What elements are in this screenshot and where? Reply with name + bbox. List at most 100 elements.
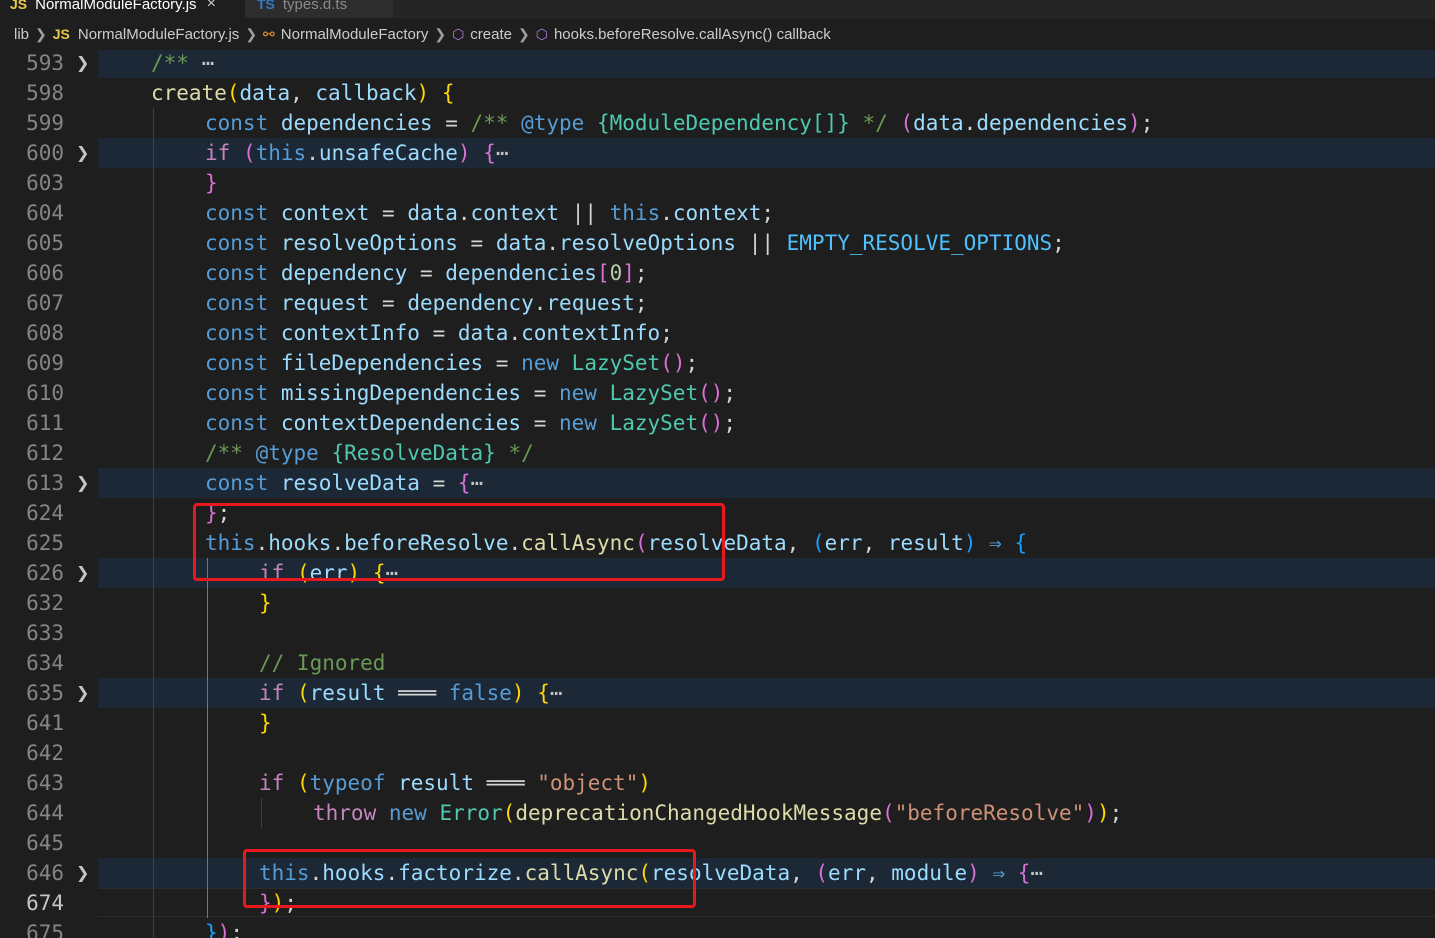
- indent-guide: [153, 348, 154, 378]
- fold-ellipsis-icon[interactable]: ⋯: [550, 681, 563, 705]
- line-number: 626: [26, 561, 64, 585]
- code-line[interactable]: 641}: [0, 708, 1435, 738]
- code-token-keyword: this: [255, 141, 307, 165]
- indent-guide: [153, 438, 154, 468]
- code-token-bracket2: {: [1017, 861, 1031, 885]
- code-token-variable: dependency: [407, 291, 534, 315]
- breadcrumb-item-lib[interactable]: lib: [14, 26, 29, 43]
- code-token-text: =: [483, 351, 522, 375]
- line-number: 644: [26, 801, 64, 825]
- code-line[interactable]: 612 /** @type {ResolveData} */: [0, 438, 1435, 468]
- code-token-text: ||: [736, 231, 787, 255]
- code-text: const dependency = dependencies[0];: [205, 258, 648, 288]
- indent-guide: [153, 828, 154, 858]
- code-line[interactable]: 604 const context = data.context || this.…: [0, 198, 1435, 228]
- code-line[interactable]: 610 const missingDependencies = new LazyS…: [0, 378, 1435, 408]
- code-token-bracket2: {: [483, 141, 496, 165]
- js-file-icon: JS: [52, 26, 70, 42]
- code-line[interactable]: 642: [0, 738, 1435, 768]
- code-token-variable: request: [280, 291, 370, 315]
- code-line[interactable]: 632}: [0, 588, 1435, 618]
- fold-ellipsis-icon[interactable]: ⋯: [471, 471, 484, 495]
- code-line[interactable]: 643 if (typeof result ═══ "object"): [0, 768, 1435, 798]
- code-line[interactable]: 674});: [0, 888, 1435, 918]
- fold-chevron-icon[interactable]: ❯: [76, 138, 89, 168]
- breadcrumb-item-class[interactable]: ⚯ NormalModuleFactory: [263, 26, 428, 43]
- code-text: if (typeof result ═══ "object"): [259, 768, 651, 798]
- code-token-type: Error: [439, 801, 503, 825]
- code-token-comment: */: [862, 111, 888, 135]
- line-number: 624: [26, 501, 64, 525]
- code-line[interactable]: 634 // Ignored: [0, 648, 1435, 678]
- code-line[interactable]: 646 ❯ this.hooks.factorize.callAsync(resol…: [0, 858, 1435, 888]
- code-token-variable: err: [824, 531, 863, 555]
- indent-guide: [207, 588, 208, 618]
- line-number: 641: [26, 711, 64, 735]
- code-token-variable: missingDependencies: [280, 381, 522, 405]
- code-line[interactable]: 599 const dependencies = /** @type {Modul…: [0, 108, 1435, 138]
- fold-chevron-icon[interactable]: ❯: [76, 50, 89, 78]
- code-token-variable: contextInfo: [280, 321, 420, 345]
- code-line[interactable]: 609 const fileDependencies = new LazySet(…: [0, 348, 1435, 378]
- code-text: const resolveData = {⋯: [205, 468, 483, 498]
- code-token-keyword: new: [559, 411, 610, 435]
- code-token-variable: data: [407, 201, 458, 225]
- code-token-variable: request: [546, 291, 635, 315]
- code-token-control: if: [205, 141, 231, 165]
- fold-chevron-icon[interactable]: ❯: [76, 558, 89, 588]
- close-icon[interactable]: ×: [207, 0, 216, 13]
- fold-chevron-icon[interactable]: ❯: [76, 858, 89, 888]
- breadcrumb-label: hooks.beforeResolve.callAsync() callback: [553, 25, 831, 43]
- breadcrumb-item-method[interactable]: ⬡ create: [452, 26, 512, 43]
- code-token-bracket2: ): [1128, 111, 1141, 135]
- code-token-text: ;: [660, 321, 673, 345]
- code-token-variable: dependencies: [280, 111, 433, 135]
- code-line[interactable]: 675});: [0, 918, 1435, 938]
- tab-types-d-ts[interactable]: TS types.d.ts: [245, 0, 393, 18]
- line-number: 646: [26, 861, 64, 885]
- code-token-function: deprecationChangedHookMessage: [515, 801, 882, 825]
- fold-ellipsis-icon[interactable]: ⋯: [1030, 861, 1043, 885]
- breadcrumb-item-file[interactable]: JS NormalModuleFactory.js: [53, 26, 240, 43]
- fold-ellipsis-icon[interactable]: ⋯: [496, 141, 509, 165]
- code-token-variable: resolveOptions: [559, 231, 737, 255]
- indent-guide: [207, 768, 208, 798]
- code-line[interactable]: 606 const dependency = dependencies[0];: [0, 258, 1435, 288]
- code-line[interactable]: 607 const request = dependency.request;: [0, 288, 1435, 318]
- code-line[interactable]: 600 ❯ if (this.unsafeCache) {⋯: [0, 138, 1435, 168]
- code-token-text: ;: [723, 381, 737, 405]
- code-token-variable: data: [457, 321, 509, 345]
- tab-normal-module-factory[interactable]: JS NormalModuleFactory.js ×: [0, 0, 245, 18]
- indent-guide: [153, 858, 154, 888]
- tab-label: types.d.ts: [282, 0, 348, 13]
- code-line[interactable]: 633: [0, 618, 1435, 648]
- code-line[interactable]: 613 ❯ const resolveData = {⋯: [0, 468, 1435, 498]
- line-number: 608: [26, 321, 64, 345]
- code-text: // Ignored: [259, 648, 385, 678]
- fold-chevron-icon[interactable]: ❯: [76, 678, 89, 708]
- code-line[interactable]: 608 const contextInfo = data.contextInfo;: [0, 318, 1435, 348]
- code-line[interactable]: 644 throw new Error(deprecationChangedHoo…: [0, 798, 1435, 828]
- code-token-bracket2: (: [815, 861, 829, 885]
- code-editor[interactable]: 593 ❯/** ⋯ 598 create(data, callback) {599 c…: [0, 50, 1435, 938]
- breadcrumb-item-callback[interactable]: ⬡ hooks.beforeResolve.callAsync() callbac…: [536, 26, 831, 43]
- code-line[interactable]: 605 const resolveOptions = data.resolveOp…: [0, 228, 1435, 258]
- code-token-text: ,: [790, 861, 816, 885]
- code-token-string: "beforeResolve": [894, 801, 1085, 825]
- code-token-text: =: [432, 111, 471, 135]
- fold-ellipsis-icon[interactable]: ⋯: [202, 51, 215, 75]
- code-text: }: [205, 168, 218, 198]
- indent-guide: [153, 378, 154, 408]
- code-line[interactable]: 635 ❯ if (result ═══ false) {⋯: [0, 678, 1435, 708]
- code-line[interactable]: 598 create(data, callback) {: [0, 78, 1435, 108]
- fold-chevron-icon[interactable]: ❯: [76, 468, 89, 498]
- code-line[interactable]: 603}: [0, 168, 1435, 198]
- code-token-keyword: const: [205, 471, 281, 495]
- indent-guide: [207, 888, 208, 918]
- code-line[interactable]: 593 ❯ /** ⋯: [0, 50, 1435, 78]
- code-token-bracket3: {: [1014, 531, 1027, 555]
- code-line[interactable]: 611 const contextDependencies = new LazyS…: [0, 408, 1435, 438]
- code-line[interactable]: 645: [0, 828, 1435, 858]
- code-token-bracket1: (: [502, 801, 516, 825]
